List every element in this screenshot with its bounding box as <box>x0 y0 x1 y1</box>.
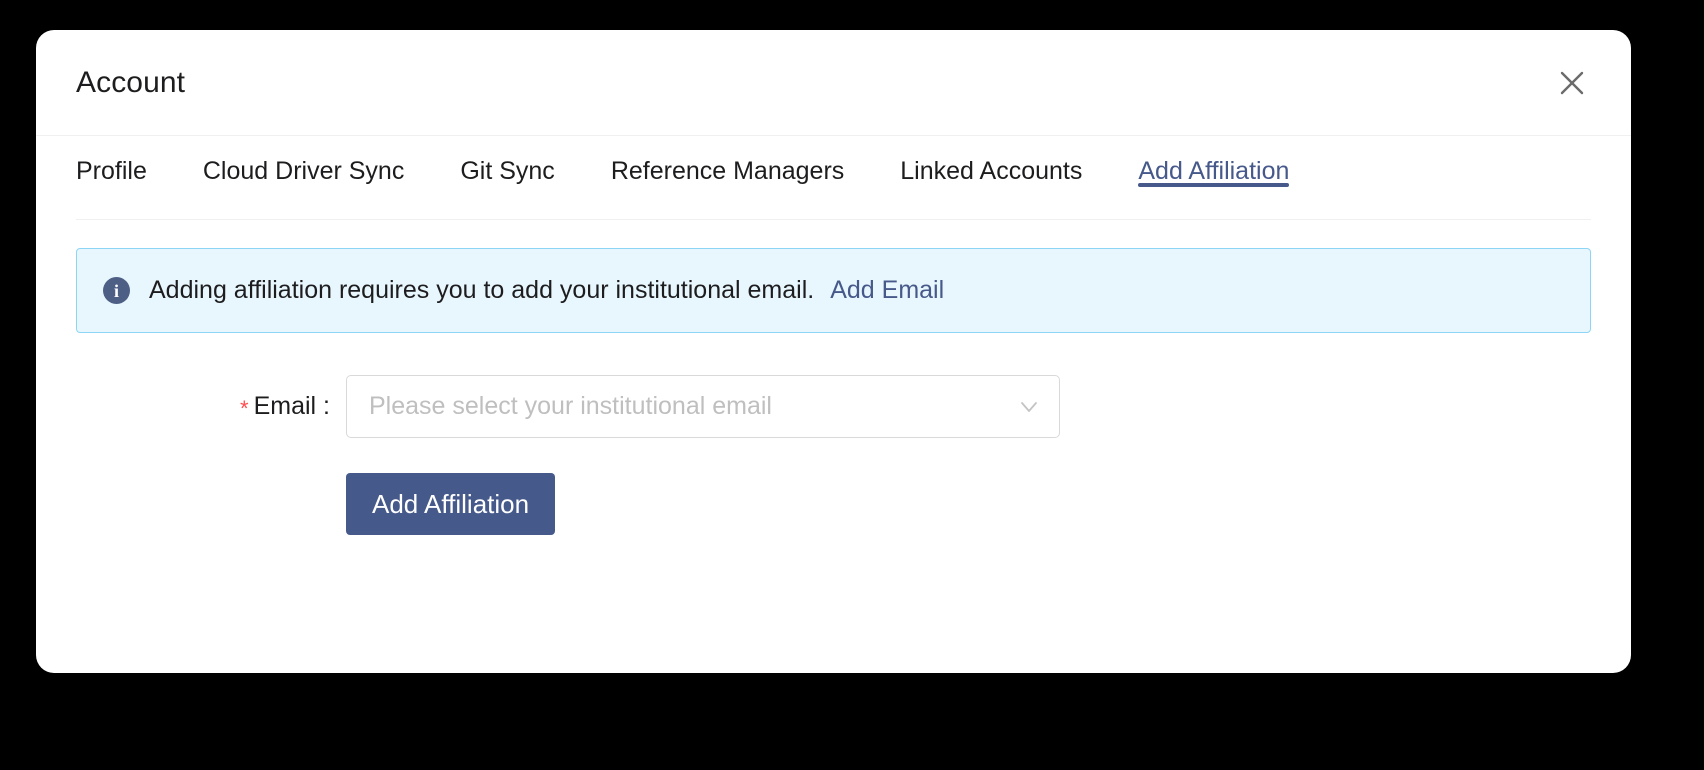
page-title: Account <box>76 66 186 99</box>
add-affiliation-form: * Email : Please select your institutiona… <box>76 375 1591 535</box>
info-circle-icon: i <box>103 277 130 304</box>
modal-header: Account <box>36 30 1631 136</box>
add-email-link[interactable]: Add Email <box>830 276 944 305</box>
email-select[interactable]: Please select your institutional email <box>346 375 1060 438</box>
info-banner: i Adding affiliation requires you to add… <box>76 248 1591 333</box>
email-label-text: Email : <box>253 391 330 420</box>
modal-body: i Adding affiliation requires you to add… <box>36 248 1631 535</box>
email-field-row: * Email : Please select your institutiona… <box>76 375 1591 438</box>
required-marker: * <box>240 395 249 421</box>
email-select-placeholder: Please select your institutional email <box>369 392 772 420</box>
add-affiliation-button[interactable]: Add Affiliation <box>346 473 556 535</box>
info-banner-message: Adding affiliation requires you to add y… <box>149 276 815 304</box>
close-button[interactable] <box>1549 60 1595 106</box>
tab-cloud-driver-sync[interactable]: Cloud Driver Sync <box>203 136 404 186</box>
tab-add-affiliation[interactable]: Add Affiliation <box>1138 136 1290 187</box>
chevron-down-icon <box>1017 395 1041 419</box>
email-field-label: * Email : <box>76 392 346 422</box>
tab-bar: Profile Cloud Driver Sync Git Sync Refer… <box>76 136 1591 220</box>
form-actions: Add Affiliation <box>76 473 1591 535</box>
tab-reference-managers[interactable]: Reference Managers <box>611 136 844 186</box>
tab-profile[interactable]: Profile <box>76 136 147 186</box>
close-icon <box>1557 68 1587 98</box>
account-modal: Account Profile Cloud Driver Sync Git Sy… <box>36 30 1631 673</box>
tab-git-sync[interactable]: Git Sync <box>460 136 554 186</box>
tab-linked-accounts[interactable]: Linked Accounts <box>900 136 1082 186</box>
